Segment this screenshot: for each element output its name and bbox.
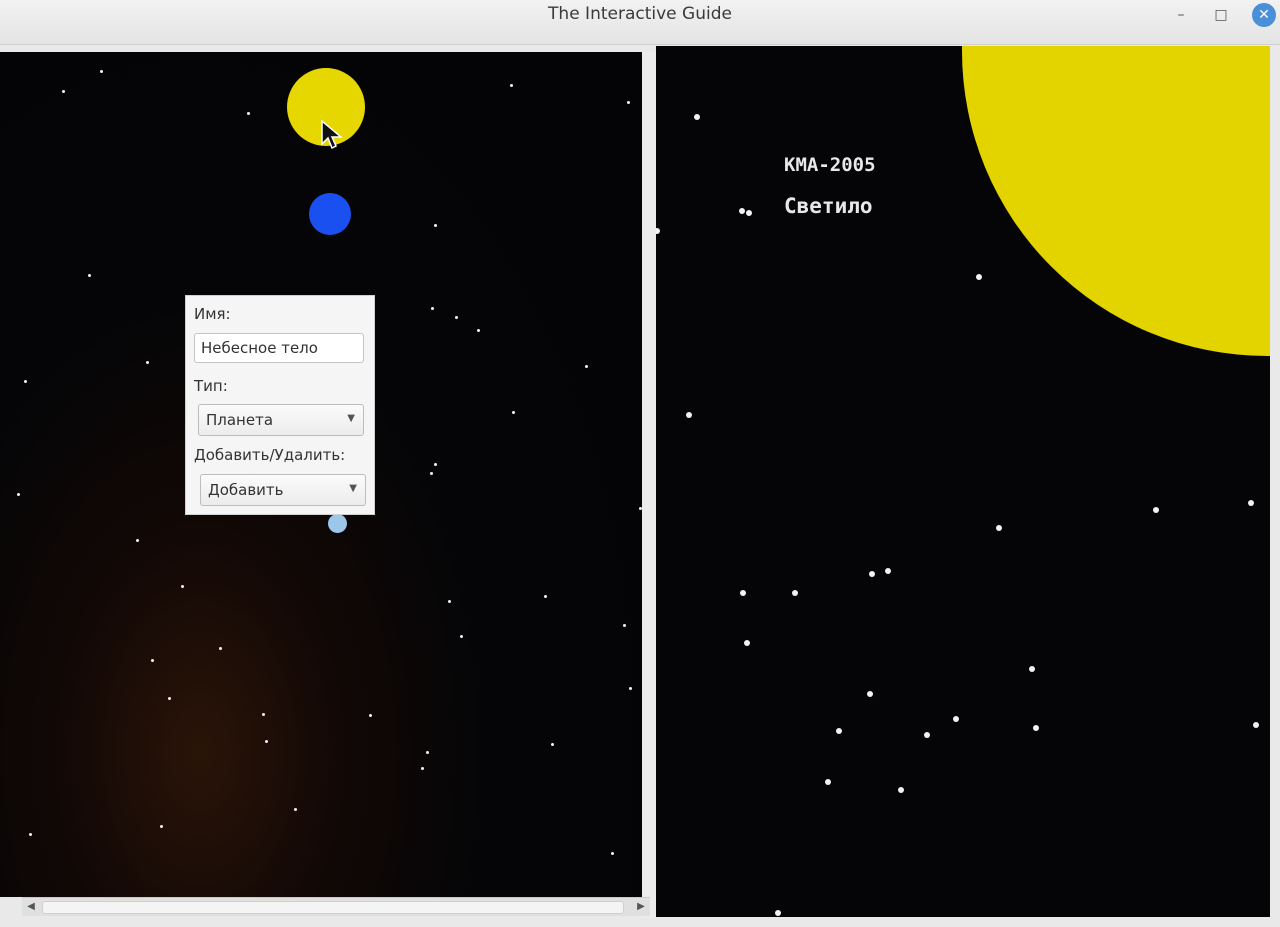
background-star [686,412,692,418]
horizontal-scrollbar[interactable]: ◀ ▶ [22,897,650,916]
background-star [265,740,268,743]
background-star [448,600,451,603]
background-star [455,316,458,319]
type-select[interactable]: Планета ▼ [198,404,364,436]
star-closeup [962,46,1270,356]
scroll-thumb[interactable] [42,901,624,914]
background-star [867,691,873,697]
background-star [369,714,372,717]
cursor-icon [321,120,344,150]
background-star [431,307,434,310]
background-star [29,833,32,836]
background-star [24,380,27,383]
background-star [512,411,515,414]
object-type-label: Светило [784,194,873,218]
name-label: Имя: [194,305,231,323]
background-star [434,224,437,227]
background-star [739,208,745,214]
background-star [898,787,904,793]
pane-divider[interactable] [642,52,656,918]
background-star [88,274,91,277]
background-star [744,640,750,646]
window-title: The Interactive Guide [548,4,732,24]
background-star [924,732,930,738]
background-star [1029,666,1035,672]
title-bar: The Interactive Guide – □ ✕ [0,0,1280,45]
type-label: Тип: [194,377,228,395]
chevron-down-icon: ▼ [347,413,355,424]
background-star [627,101,630,104]
background-star [262,713,265,716]
background-star [219,647,222,650]
background-star [629,687,632,690]
action-label: Добавить/Удалить: [194,446,346,464]
background-star [953,716,959,722]
close-icon[interactable]: ✕ [1252,3,1276,27]
background-star [62,90,65,93]
background-star [585,365,588,368]
object-id-label: КМА-2005 [784,154,876,176]
planet-body-pale[interactable] [328,514,347,533]
space-map-view[interactable]: Имя: Небесное тело Тип: Планета ▼ Добави… [0,52,642,897]
background-star [623,624,626,627]
type-select-value: Планета [206,411,274,429]
background-star [746,210,752,216]
background-star [294,808,297,811]
background-star [1253,722,1259,728]
background-star [146,361,149,364]
background-star [434,463,437,466]
object-detail-view[interactable]: КМА-2005 Светило [656,46,1270,917]
action-select-value: Добавить [208,481,284,499]
background-star [17,493,20,496]
background-star [836,728,842,734]
action-select[interactable]: Добавить ▼ [200,474,366,506]
background-star [168,697,171,700]
background-star [160,825,163,828]
background-star [247,112,250,115]
background-star [426,751,429,754]
add-body-panel: Имя: Небесное тело Тип: Планета ▼ Добави… [185,295,375,515]
background-star [421,767,424,770]
chevron-down-icon: ▼ [349,483,357,494]
app-window: The Interactive Guide – □ ✕ Имя: Небесно… [0,0,1280,927]
planet-body-blue[interactable] [309,193,351,235]
scroll-right-icon[interactable]: ▶ [632,899,650,915]
background-star [976,274,982,280]
background-star [544,595,547,598]
background-star [656,228,660,234]
minimize-icon[interactable]: – [1170,4,1192,26]
background-star [775,910,781,916]
background-star [460,635,463,638]
name-input[interactable]: Небесное тело [194,333,364,363]
background-star [1153,507,1159,513]
background-star [996,525,1002,531]
background-star [136,539,139,542]
background-star [885,568,891,574]
background-star [825,779,831,785]
background-star [181,585,184,588]
background-star [510,84,513,87]
background-star [100,70,103,73]
background-star [477,329,480,332]
background-star [869,571,875,577]
background-star [740,590,746,596]
background-star [611,852,614,855]
background-star [792,590,798,596]
background-star [1248,500,1254,506]
background-star [694,114,700,120]
maximize-icon[interactable]: □ [1210,4,1232,26]
background-star [551,743,554,746]
scroll-left-icon[interactable]: ◀ [22,899,40,915]
background-star [1033,725,1039,731]
background-star [151,659,154,662]
background-star [430,472,433,475]
